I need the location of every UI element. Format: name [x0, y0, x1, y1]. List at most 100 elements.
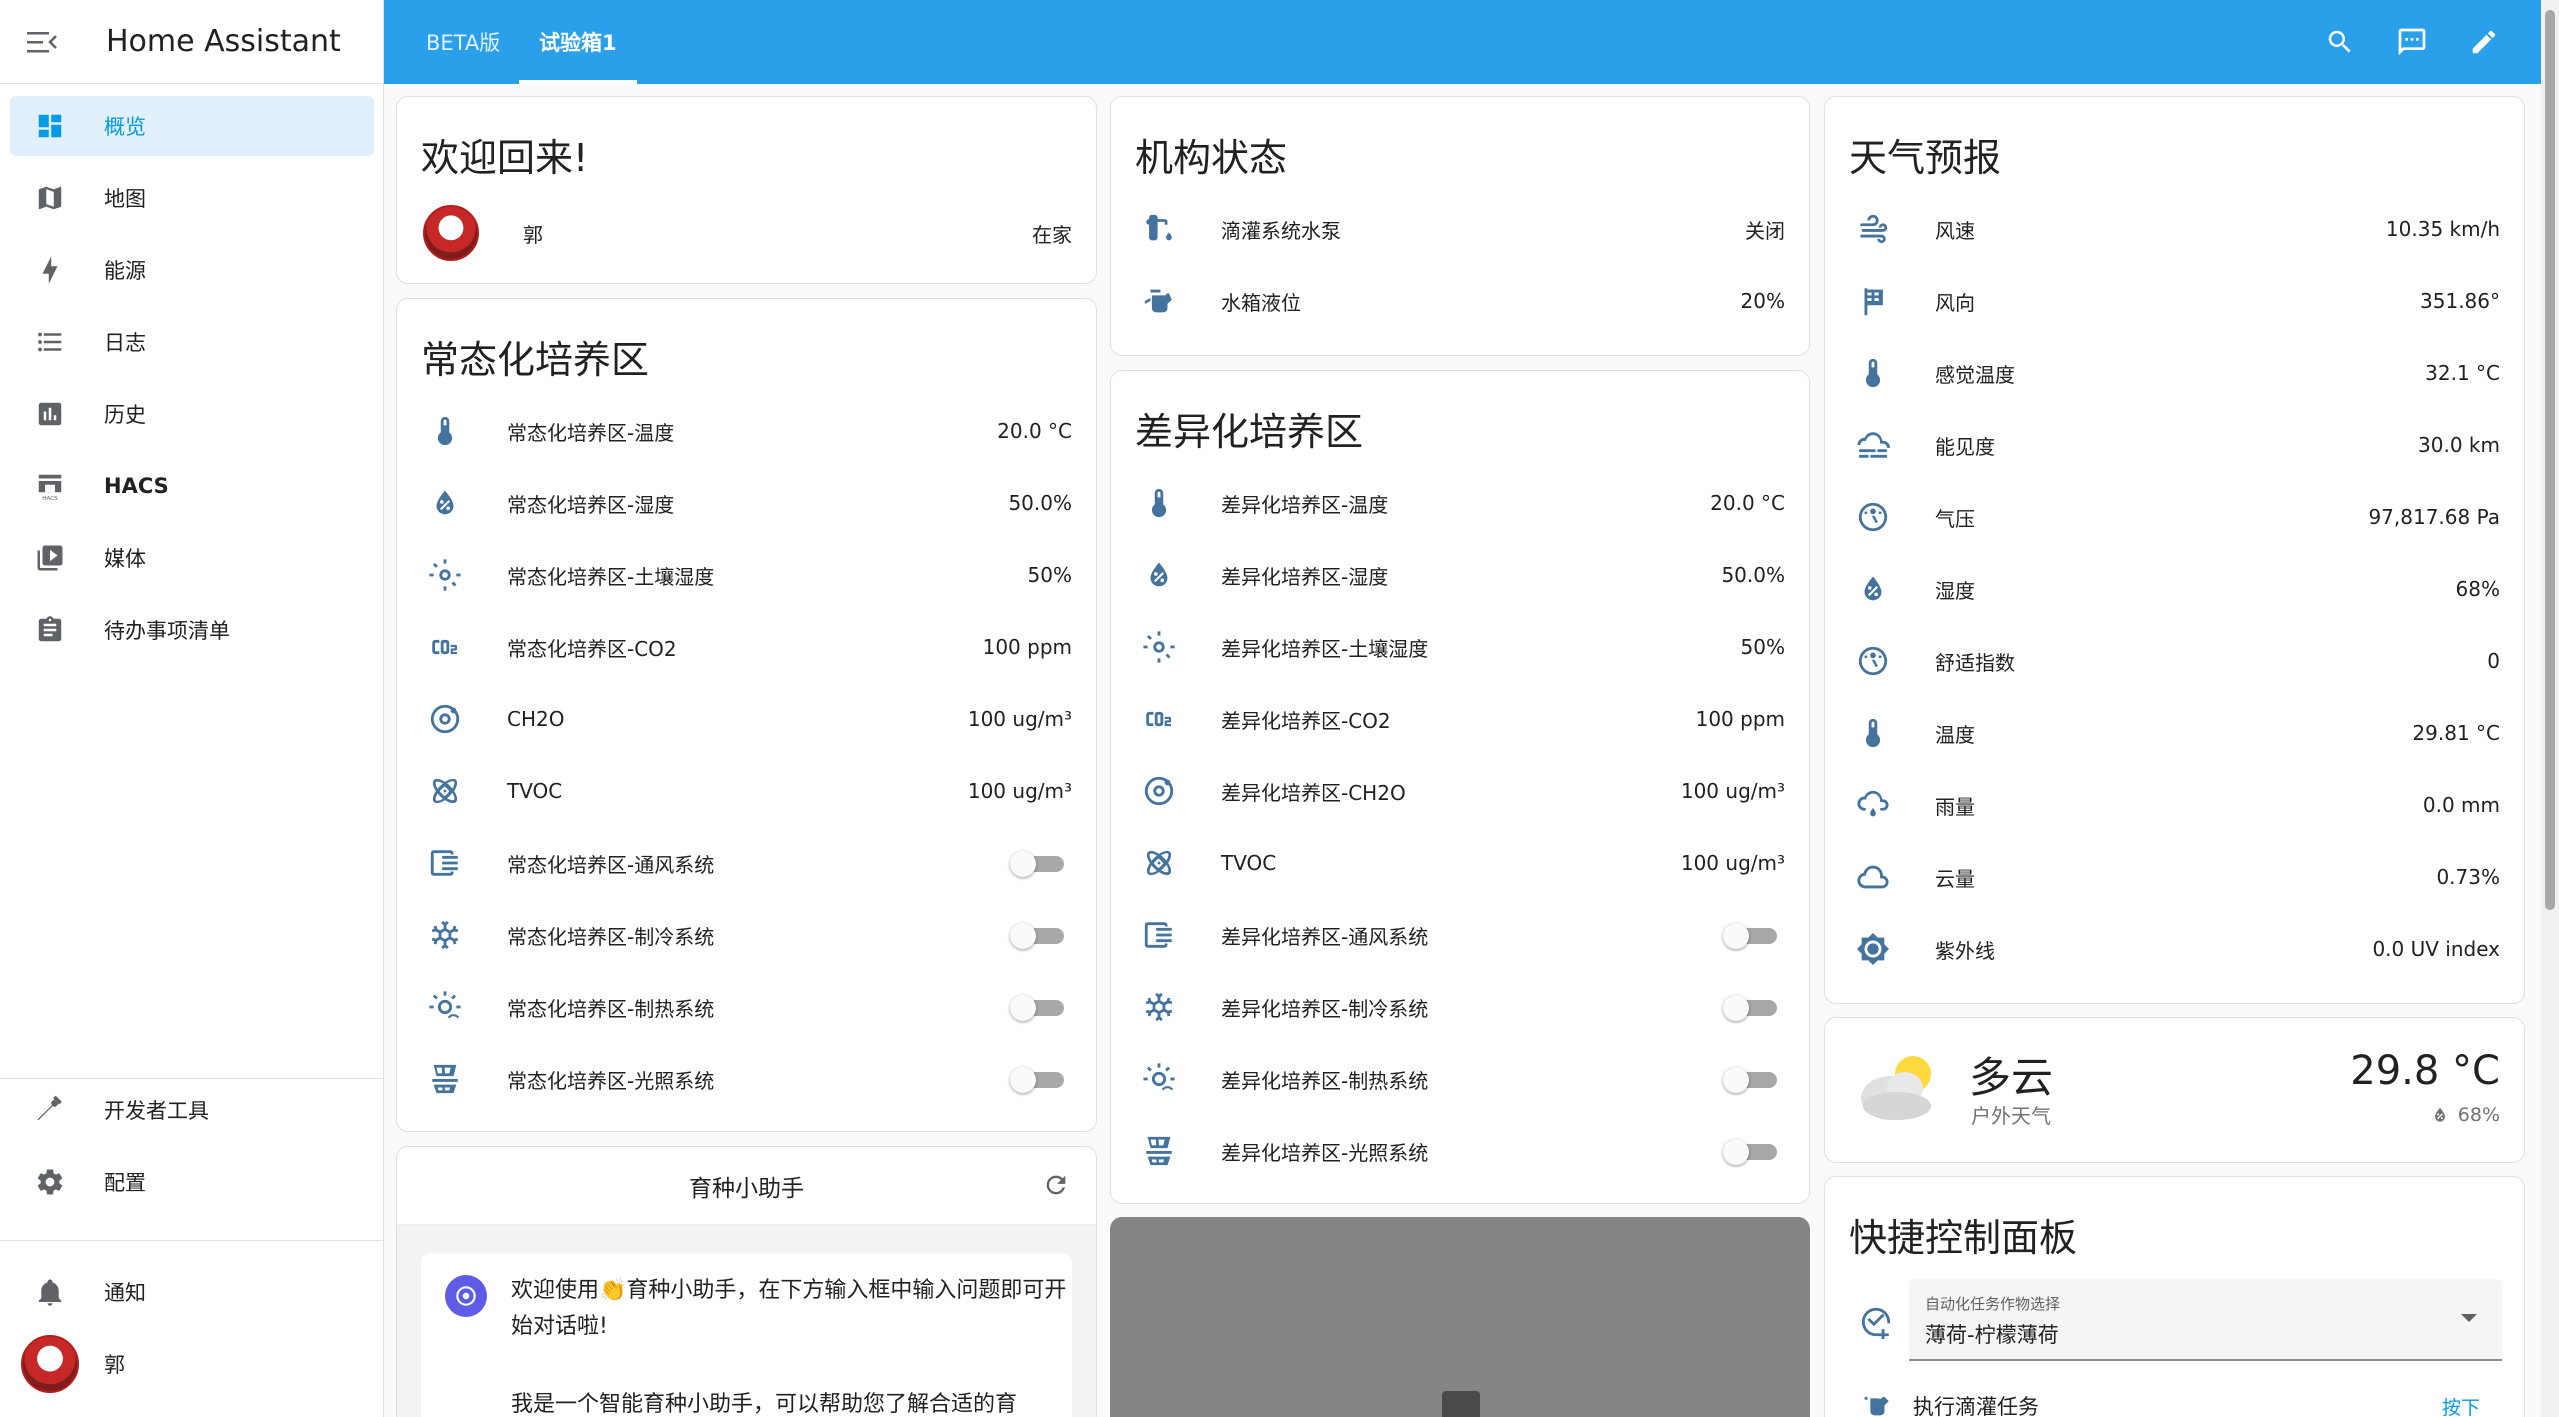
card-title: 差异化培养区 — [1135, 410, 1364, 454]
entity-row[interactable]: CH2O 100 ug/m³ — [397, 683, 1096, 755]
entity-row[interactable]: TVOC 100 ug/m³ — [1111, 827, 1809, 899]
sidebar-item-energy[interactable]: 能源 — [10, 240, 374, 300]
toggle-switch[interactable] — [1010, 1067, 1066, 1093]
assist-icon[interactable] — [2390, 20, 2434, 64]
sidebar-item-hacs[interactable]: HACS HACS — [10, 456, 374, 516]
card-title: 天气预报 — [1849, 136, 2002, 180]
entity-row[interactable]: 风向 351.86° — [1825, 265, 2524, 337]
chat-bubble: 欢迎使用👏育种小助手，在下方输入框中输入问题即可开始对话啦! 我是一个智能育种小… — [421, 1253, 1072, 1417]
entity-row[interactable]: 差异化培养区-CH2O 100 ug/m³ — [1111, 755, 1809, 827]
entity-name: 差异化培养区-土壤湿度 — [1221, 636, 1429, 661]
entity-name: 滴灌系统水泵 — [1221, 218, 1341, 243]
entity-row[interactable]: 差异化培养区-土壤湿度 50% — [1111, 611, 1809, 683]
camera-icon — [1442, 1391, 1480, 1417]
sidebar-item-label: 地图 — [104, 187, 146, 211]
entity-row[interactable]: 紫外线 0.0 UV index — [1825, 913, 2524, 985]
sidebar-item-profile[interactable]: 郭 — [10, 1334, 374, 1394]
switch-row[interactable]: 差异化培养区-通风系统 — [1111, 899, 1809, 971]
tab-beta[interactable]: BETA版 — [426, 0, 500, 84]
scrollbar-thumb[interactable] — [2545, 10, 2555, 910]
toggle-switch[interactable] — [1723, 1067, 1779, 1093]
switch-row[interactable]: 常态化培养区-制冷系统 — [397, 899, 1096, 971]
assistant-message-intro: 我是一个智能育种小助手，可以帮助您了解合适的育 — [511, 1392, 1018, 1417]
entity-value: 68% — [2455, 577, 2500, 601]
assistant-message-welcome: 欢迎使用👏育种小助手，在下方输入框中输入问题即可开始对话啦! — [511, 1278, 1067, 1339]
sidebar-item-label: 配置 — [104, 1171, 146, 1195]
sidebar-divider — [0, 1240, 384, 1241]
entity-row[interactable]: 差异化培养区-湿度 50.0% — [1111, 539, 1809, 611]
sidebar-item-overview[interactable]: 概览 — [10, 96, 374, 156]
toggle-switch[interactable] — [1723, 923, 1779, 949]
tab-chamber-1[interactable]: 试验箱1 — [519, 0, 637, 84]
entity-row[interactable]: 雨量 0.0 mm — [1825, 769, 2524, 841]
search-icon[interactable] — [2318, 20, 2362, 64]
entity-row[interactable]: 常态化培养区-温度 20.0 °C — [397, 395, 1096, 467]
snowflake-icon — [1137, 985, 1181, 1029]
atom-icon — [1137, 841, 1181, 885]
sidebar-item-label: 开发者工具 — [104, 1099, 209, 1123]
entity-row[interactable]: 温度 29.81 °C — [1825, 697, 2524, 769]
entity-row[interactable]: 湿度 68% — [1825, 553, 2524, 625]
entity-row[interactable]: 云量 0.73% — [1825, 841, 2524, 913]
menu-toggle-icon[interactable] — [0, 0, 84, 84]
thermometer-icon — [423, 409, 467, 453]
switch-row[interactable]: 常态化培养区-通风系统 — [397, 827, 1096, 899]
camera-placeholder[interactable] — [1110, 1217, 1810, 1417]
entity-row[interactable]: 感觉温度 32.1 °C — [1825, 337, 2524, 409]
person-row[interactable]: 郭 在家 — [397, 197, 1096, 269]
page-scrollbar[interactable] — [2541, 0, 2559, 1417]
entity-row[interactable]: 风速 10.35 km/h — [1825, 193, 2524, 265]
humidity-icon — [423, 481, 467, 525]
sidebar-item-todo[interactable]: 待办事项清单 — [10, 600, 374, 660]
entity-value: 20.0 °C — [997, 419, 1072, 443]
entity-row[interactable]: 能见度 30.0 km — [1825, 409, 2524, 481]
entity-row[interactable]: 常态化培养区-CO2 100 ppm — [397, 611, 1096, 683]
entity-row[interactable]: 差异化培养区-CO2 100 ppm — [1111, 683, 1809, 755]
entity-name: 常态化培养区-温度 — [507, 420, 675, 445]
watering-can-icon — [1137, 279, 1181, 323]
assistant-title: 育种小助手 — [689, 1175, 804, 1202]
switch-row[interactable]: 差异化培养区-制冷系统 — [1111, 971, 1809, 1043]
edit-icon[interactable] — [2462, 20, 2506, 64]
weather-humidity: 68% — [2430, 1104, 2500, 1126]
entity-row[interactable]: TVOC 100 ug/m³ — [397, 755, 1096, 827]
weather-now-card[interactable]: 多云 户外天气 29.8 °C 68% — [1824, 1017, 2525, 1163]
toggle-switch[interactable] — [1723, 995, 1779, 1021]
sidebar-item-notifications[interactable]: 通知 — [10, 1262, 374, 1322]
sidebar-item-media[interactable]: 媒体 — [10, 528, 374, 588]
switch-name: 差异化培养区-制冷系统 — [1221, 996, 1429, 1021]
toggle-switch[interactable] — [1010, 923, 1066, 949]
sidebar-item-logbook[interactable]: 日志 — [10, 312, 374, 372]
refresh-icon[interactable] — [1042, 1171, 1070, 1199]
switch-row[interactable]: 差异化培养区-制热系统 — [1111, 1043, 1809, 1115]
sidebar-item-developer-tools[interactable]: 开发者工具 — [10, 1080, 374, 1140]
dashboard-icon — [18, 96, 82, 156]
toggle-switch[interactable] — [1010, 995, 1066, 1021]
toggle-switch[interactable] — [1010, 851, 1066, 877]
sidebar-item-map[interactable]: 地图 — [10, 168, 374, 228]
press-button[interactable]: 按下 — [2442, 1393, 2480, 1417]
switch-row[interactable]: 常态化培养区-光照系统 — [397, 1043, 1096, 1115]
switch-name: 常态化培养区-通风系统 — [507, 852, 715, 877]
entity-value: 50% — [1027, 563, 1072, 587]
entity-row[interactable]: 水箱液位 20% — [1111, 265, 1809, 337]
action-name: 执行滴灌任务 — [1913, 1395, 2039, 1417]
gear-icon — [18, 1152, 82, 1212]
entity-row[interactable]: 舒适指数 0 — [1825, 625, 2524, 697]
switch-row[interactable]: 常态化培养区-制热系统 — [397, 971, 1096, 1043]
entity-row[interactable]: 常态化培养区-湿度 50.0% — [397, 467, 1096, 539]
select-value: 薄荷-柠檬薄荷 — [1925, 1323, 2059, 1347]
sidebar-item-config[interactable]: 配置 — [10, 1152, 374, 1212]
entity-row[interactable]: 滴灌系统水泵 关闭 — [1111, 193, 1809, 265]
entity-row[interactable]: 气压 97,817.68 Pa — [1825, 481, 2524, 553]
entity-name: 云量 — [1935, 866, 1975, 891]
entity-value: 100 ug/m³ — [967, 707, 1072, 731]
entity-row[interactable]: 差异化培养区-温度 20.0 °C — [1111, 467, 1809, 539]
sidebar-item-history[interactable]: 历史 — [10, 384, 374, 444]
crop-select[interactable]: 自动化任务作物选择 薄荷-柠檬薄荷 — [1909, 1279, 2502, 1361]
normal-zone-card: 常态化培养区 常态化培养区-温度 20.0 °C 常态化培养区-湿度 50.0% 常态化… — [396, 298, 1097, 1132]
switch-row[interactable]: 差异化培养区-光照系统 — [1111, 1115, 1809, 1187]
toggle-switch[interactable] — [1723, 1139, 1779, 1165]
entity-value: 0 — [2487, 649, 2500, 673]
entity-row[interactable]: 常态化培养区-土壤湿度 50% — [397, 539, 1096, 611]
